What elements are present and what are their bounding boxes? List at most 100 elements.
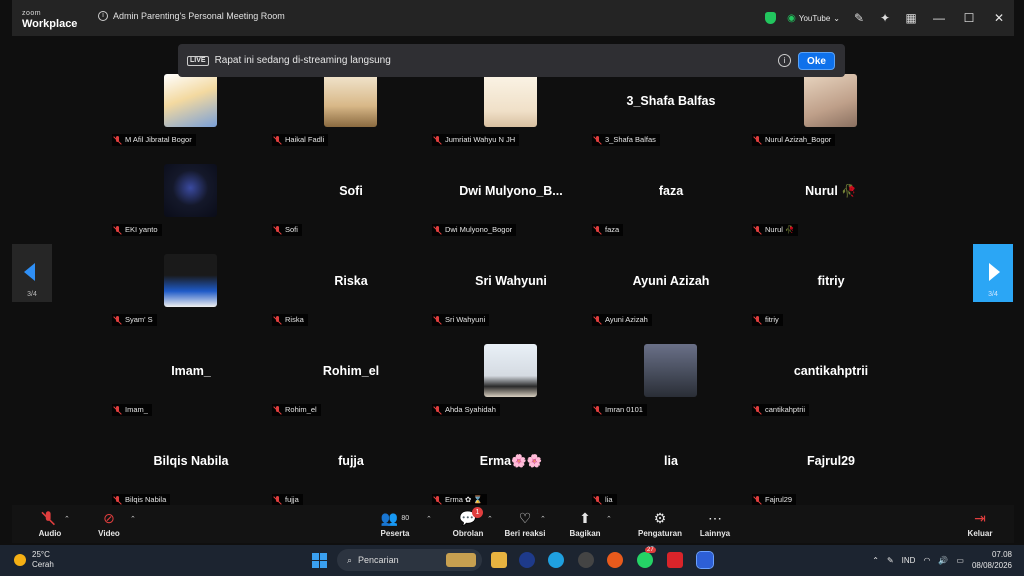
arrow-left-icon — [24, 263, 35, 281]
participant-tile[interactable]: EKI yanto — [112, 154, 270, 242]
mic-muted-icon — [274, 405, 282, 415]
participants-options-caret[interactable]: ⌃ — [426, 515, 432, 523]
obs-icon[interactable] — [578, 552, 594, 568]
whatsapp-icon[interactable]: 27 — [637, 547, 656, 568]
battery-icon[interactable]: ▭ — [956, 556, 964, 565]
security-shield-icon[interactable] — [757, 5, 783, 31]
more-icon: ⋯ — [708, 509, 722, 526]
share-options-caret[interactable]: ⌃ — [606, 515, 612, 523]
chat-button[interactable]: 💬 1 Obrolan — [438, 507, 498, 541]
mic-muted-icon — [114, 135, 122, 145]
participant-tile[interactable]: Dwi Mulyono_B... Dwi Mulyono_Bogor — [432, 154, 590, 242]
participant-tile[interactable]: M Afil Jibratal Bogor — [112, 64, 270, 152]
video-options-caret[interactable]: ⌃ — [130, 515, 136, 523]
chat-options-caret[interactable]: ⌃ — [487, 515, 493, 523]
participant-tile[interactable]: Nurul 🥀 Nurul 🥀 — [752, 154, 910, 242]
search-icon: ⌕ — [347, 554, 353, 565]
wps-icon[interactable] — [667, 552, 683, 568]
participant-tile[interactable]: faza faza — [592, 154, 750, 242]
participant-name: 3_Shafa Balfas — [605, 135, 656, 144]
participant-tile[interactable]: Syam' S — [112, 244, 270, 332]
mic-muted-icon — [434, 135, 442, 145]
wand-icon[interactable]: ✎ — [846, 5, 872, 31]
audio-options-caret[interactable]: ⌃ — [64, 515, 70, 523]
system-tray: ⌃ ✎ IND ◠ 🔊 ▭ 07.08 08/08/2026 — [864, 549, 1012, 571]
maximize-button[interactable]: ☐ — [954, 0, 984, 36]
audio-button[interactable]: Audio — [20, 509, 80, 541]
participant-display-name: Sri Wahyuni — [475, 274, 547, 288]
file-explorer-icon[interactable] — [491, 552, 507, 568]
participant-tile[interactable]: Ahda Syahidah — [432, 334, 590, 422]
participant-name: M Afil Jibratal Bogor — [125, 135, 192, 144]
participant-name-label: Jumriati Wahyu N JH — [432, 134, 520, 146]
participant-tile[interactable]: fujja fujja — [272, 424, 430, 512]
close-button[interactable]: ✕ — [984, 0, 1014, 36]
participant-name-label: fitriy — [752, 314, 783, 326]
leave-icon: ⇥ — [974, 509, 986, 526]
meeting-info[interactable]: i Admin Parenting's Personal Meeting Roo… — [98, 11, 285, 21]
zoom-app-icon[interactable] — [696, 551, 714, 569]
participant-name-label: Haikal Fadli — [272, 134, 329, 146]
taskbar-search[interactable]: ⌕ Pencarian — [337, 549, 482, 571]
participant-name-label: Nurul Azizah_Bogor — [752, 134, 836, 146]
mic-muted-icon — [274, 315, 282, 325]
participant-tile[interactable]: 3_Shafa Balfas 3_Shafa Balfas — [592, 64, 750, 152]
settings-button[interactable]: ⚙ Pengaturan — [630, 509, 690, 541]
video-button[interactable]: ⊘ Video — [79, 509, 139, 541]
participant-tile[interactable]: Imam_ Imam_ — [112, 334, 270, 422]
info-icon[interactable]: i — [778, 54, 791, 67]
settings-label: Pengaturan — [637, 529, 682, 538]
pen-icon[interactable]: ✎ — [887, 556, 894, 565]
mic-muted-icon — [594, 135, 602, 145]
share-label: Bagikan — [569, 529, 601, 538]
grid-view-icon[interactable]: ▦ — [898, 5, 924, 31]
participant-tile[interactable]: Imran 0101 — [592, 334, 750, 422]
sparkle-icon[interactable]: ✦ — [872, 5, 898, 31]
copilot-icon[interactable] — [519, 552, 535, 568]
page-indicator-right: 3/4 — [988, 291, 998, 298]
participant-tile[interactable]: lia lia — [592, 424, 750, 512]
edge-icon[interactable] — [548, 552, 564, 568]
participant-tile[interactable]: Rohim_el Rohim_el — [272, 334, 430, 422]
participant-tile[interactable]: Fajrul29 Fajrul29 — [752, 424, 910, 512]
participant-tile[interactable]: Ayuni Azizah Ayuni Azizah — [592, 244, 750, 332]
next-page-button[interactable]: 3/4 — [973, 244, 1013, 302]
participant-name-label: Rohim_el — [272, 404, 321, 416]
participant-tile[interactable]: Jumriati Wahyu N JH — [432, 64, 590, 152]
participant-tile[interactable]: Bilqis Nabila Bilqis Nabila — [112, 424, 270, 512]
share-button[interactable]: ⬆ Bagikan — [555, 509, 615, 541]
participant-tile[interactable]: Erma🌸🌸 Erma ✿ ⌛ — [432, 424, 590, 512]
participant-tile[interactable]: Sofi Sofi — [272, 154, 430, 242]
windows-start-icon[interactable] — [312, 553, 327, 568]
more-button[interactable]: ⋯ Lainnya — [685, 509, 745, 541]
wifi-icon[interactable]: ◠ — [923, 556, 930, 565]
participant-display-name: fujja — [338, 454, 364, 468]
participant-tile[interactable]: cantikahptrii cantikahptrii — [752, 334, 910, 422]
weather-widget[interactable]: 25°C Cerah — [14, 550, 54, 570]
live-stream-indicator[interactable]: ◉ YouTube ⌄ — [787, 13, 840, 24]
participant-tile[interactable]: Riska Riska — [272, 244, 430, 332]
date: 08/08/2026 — [971, 561, 1012, 570]
participant-tile[interactable]: Nurul Azizah_Bogor — [752, 64, 910, 152]
previous-page-button[interactable]: 3/4 — [12, 244, 52, 302]
minimize-button[interactable]: — — [924, 0, 954, 36]
chevron-up-icon[interactable]: ⌃ — [872, 556, 879, 565]
participants-button[interactable]: 👥 80 Peserta — [365, 509, 425, 541]
info-icon[interactable]: i — [98, 11, 108, 21]
volume-icon[interactable]: 🔊 — [938, 556, 948, 565]
chevron-down-icon: ⌄ — [833, 13, 840, 23]
mic-muted-icon — [594, 315, 602, 325]
firefox-icon[interactable] — [607, 552, 623, 568]
participant-name: Riska — [285, 315, 304, 324]
reactions-options-caret[interactable]: ⌃ — [540, 515, 546, 523]
leave-button[interactable]: ⇥ Keluar — [950, 509, 1010, 541]
participant-tile[interactable]: Haikal Fadli — [272, 64, 430, 152]
time: 07.08 — [991, 550, 1012, 559]
reactions-button[interactable]: ♡ Beri reaksi — [495, 509, 555, 541]
participant-tile[interactable]: Sri Wahyuni Sri Wahyuni — [432, 244, 590, 332]
ok-button[interactable]: Oke — [798, 52, 835, 70]
participant-avatar — [164, 74, 217, 127]
participant-tile[interactable]: fitriy fitriy — [752, 244, 910, 332]
language-indicator[interactable]: IND — [902, 556, 916, 565]
clock[interactable]: 07.08 08/08/2026 — [972, 549, 1012, 571]
